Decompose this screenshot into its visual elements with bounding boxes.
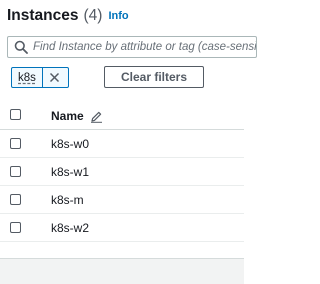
select-all-checkbox[interactable]: [10, 109, 21, 120]
table-row[interactable]: k8s-w1: [0, 158, 244, 186]
row-checkbox[interactable]: [10, 222, 21, 233]
search-bar[interactable]: [7, 36, 257, 58]
search-input[interactable]: [33, 41, 256, 53]
table-row[interactable]: k8s-w0: [0, 130, 244, 158]
filter-token-label: k8s: [18, 71, 36, 84]
close-icon: [49, 72, 60, 83]
table-row[interactable]: k8s-m: [0, 186, 244, 214]
column-header-name-label: Name: [51, 109, 84, 123]
search-icon: [14, 40, 28, 54]
table-header-row: Name: [0, 101, 244, 130]
row-checkbox[interactable]: [10, 166, 21, 177]
instances-table: Name k8s-w0 k8s-w1 k8s-m k8s-w2: [0, 101, 244, 242]
instance-name: k8s-w1: [51, 165, 90, 179]
instance-count: (4): [83, 7, 103, 24]
remove-filter-button[interactable]: [42, 68, 66, 87]
row-checkbox[interactable]: [10, 194, 21, 205]
info-link[interactable]: Info: [108, 10, 128, 22]
instance-name: k8s-m: [51, 193, 84, 207]
column-header-name[interactable]: Name: [51, 109, 103, 123]
pencil-icon: [90, 111, 102, 123]
details-split-panel: [0, 258, 244, 284]
page-title: Instances: [7, 7, 79, 24]
instances-header: Instances (4) Info: [7, 5, 129, 27]
instance-name: k8s-w2: [51, 221, 90, 235]
instance-name: k8s-w0: [51, 137, 90, 151]
clear-filters-button[interactable]: Clear filters: [104, 66, 204, 88]
row-checkbox[interactable]: [10, 138, 21, 149]
filter-token: k8s: [11, 67, 69, 88]
table-row[interactable]: k8s-w2: [0, 214, 244, 242]
